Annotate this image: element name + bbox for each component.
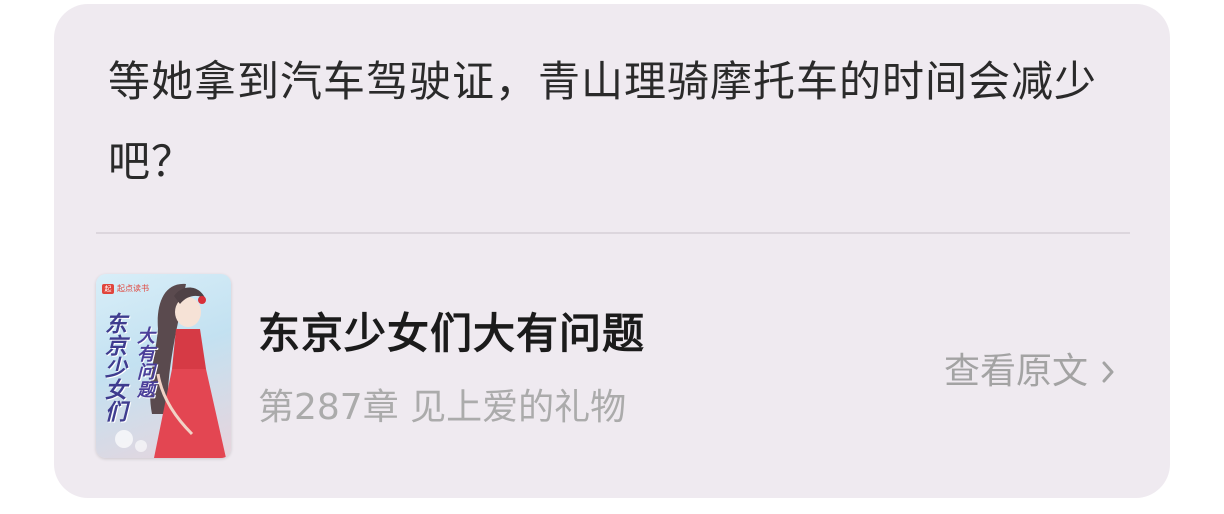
book-title: 东京少女们大有问题 <box>258 309 646 358</box>
book-source-row[interactable]: 起 起点读书 东京少女们 大有问题 东京少女们大有问题 第287章 见上爱的礼物… <box>96 274 1130 464</box>
view-original-button[interactable]: 查看原文 <box>944 348 1118 396</box>
chevron-right-icon <box>1102 361 1114 383</box>
chapter-label: 第287章 见上爱的礼物 <box>258 387 627 428</box>
cover-brand-text: 起点读书 <box>117 284 149 293</box>
book-cover[interactable]: 起 起点读书 东京少女们 大有问题 <box>96 274 231 458</box>
cover-brand-logo: 起 <box>102 284 114 294</box>
view-original-label: 查看原文 <box>943 351 1088 392</box>
cover-title-part2: 大有问题 <box>134 326 155 398</box>
cover-title-part1: 东京少女们 <box>101 312 127 422</box>
quote-text: 等她拿到汽车驾驶证，青山理骑摩托车的时间会减少吧？ <box>108 57 1098 186</box>
excerpt-card[interactable]: 等她拿到汽车驾驶证，青山理骑摩托车的时间会减少吧？ 起 起点读书 东京少女们 大… <box>54 4 1170 498</box>
divider <box>96 232 1130 234</box>
cover-brand-badge: 起 起点读书 <box>102 283 149 295</box>
